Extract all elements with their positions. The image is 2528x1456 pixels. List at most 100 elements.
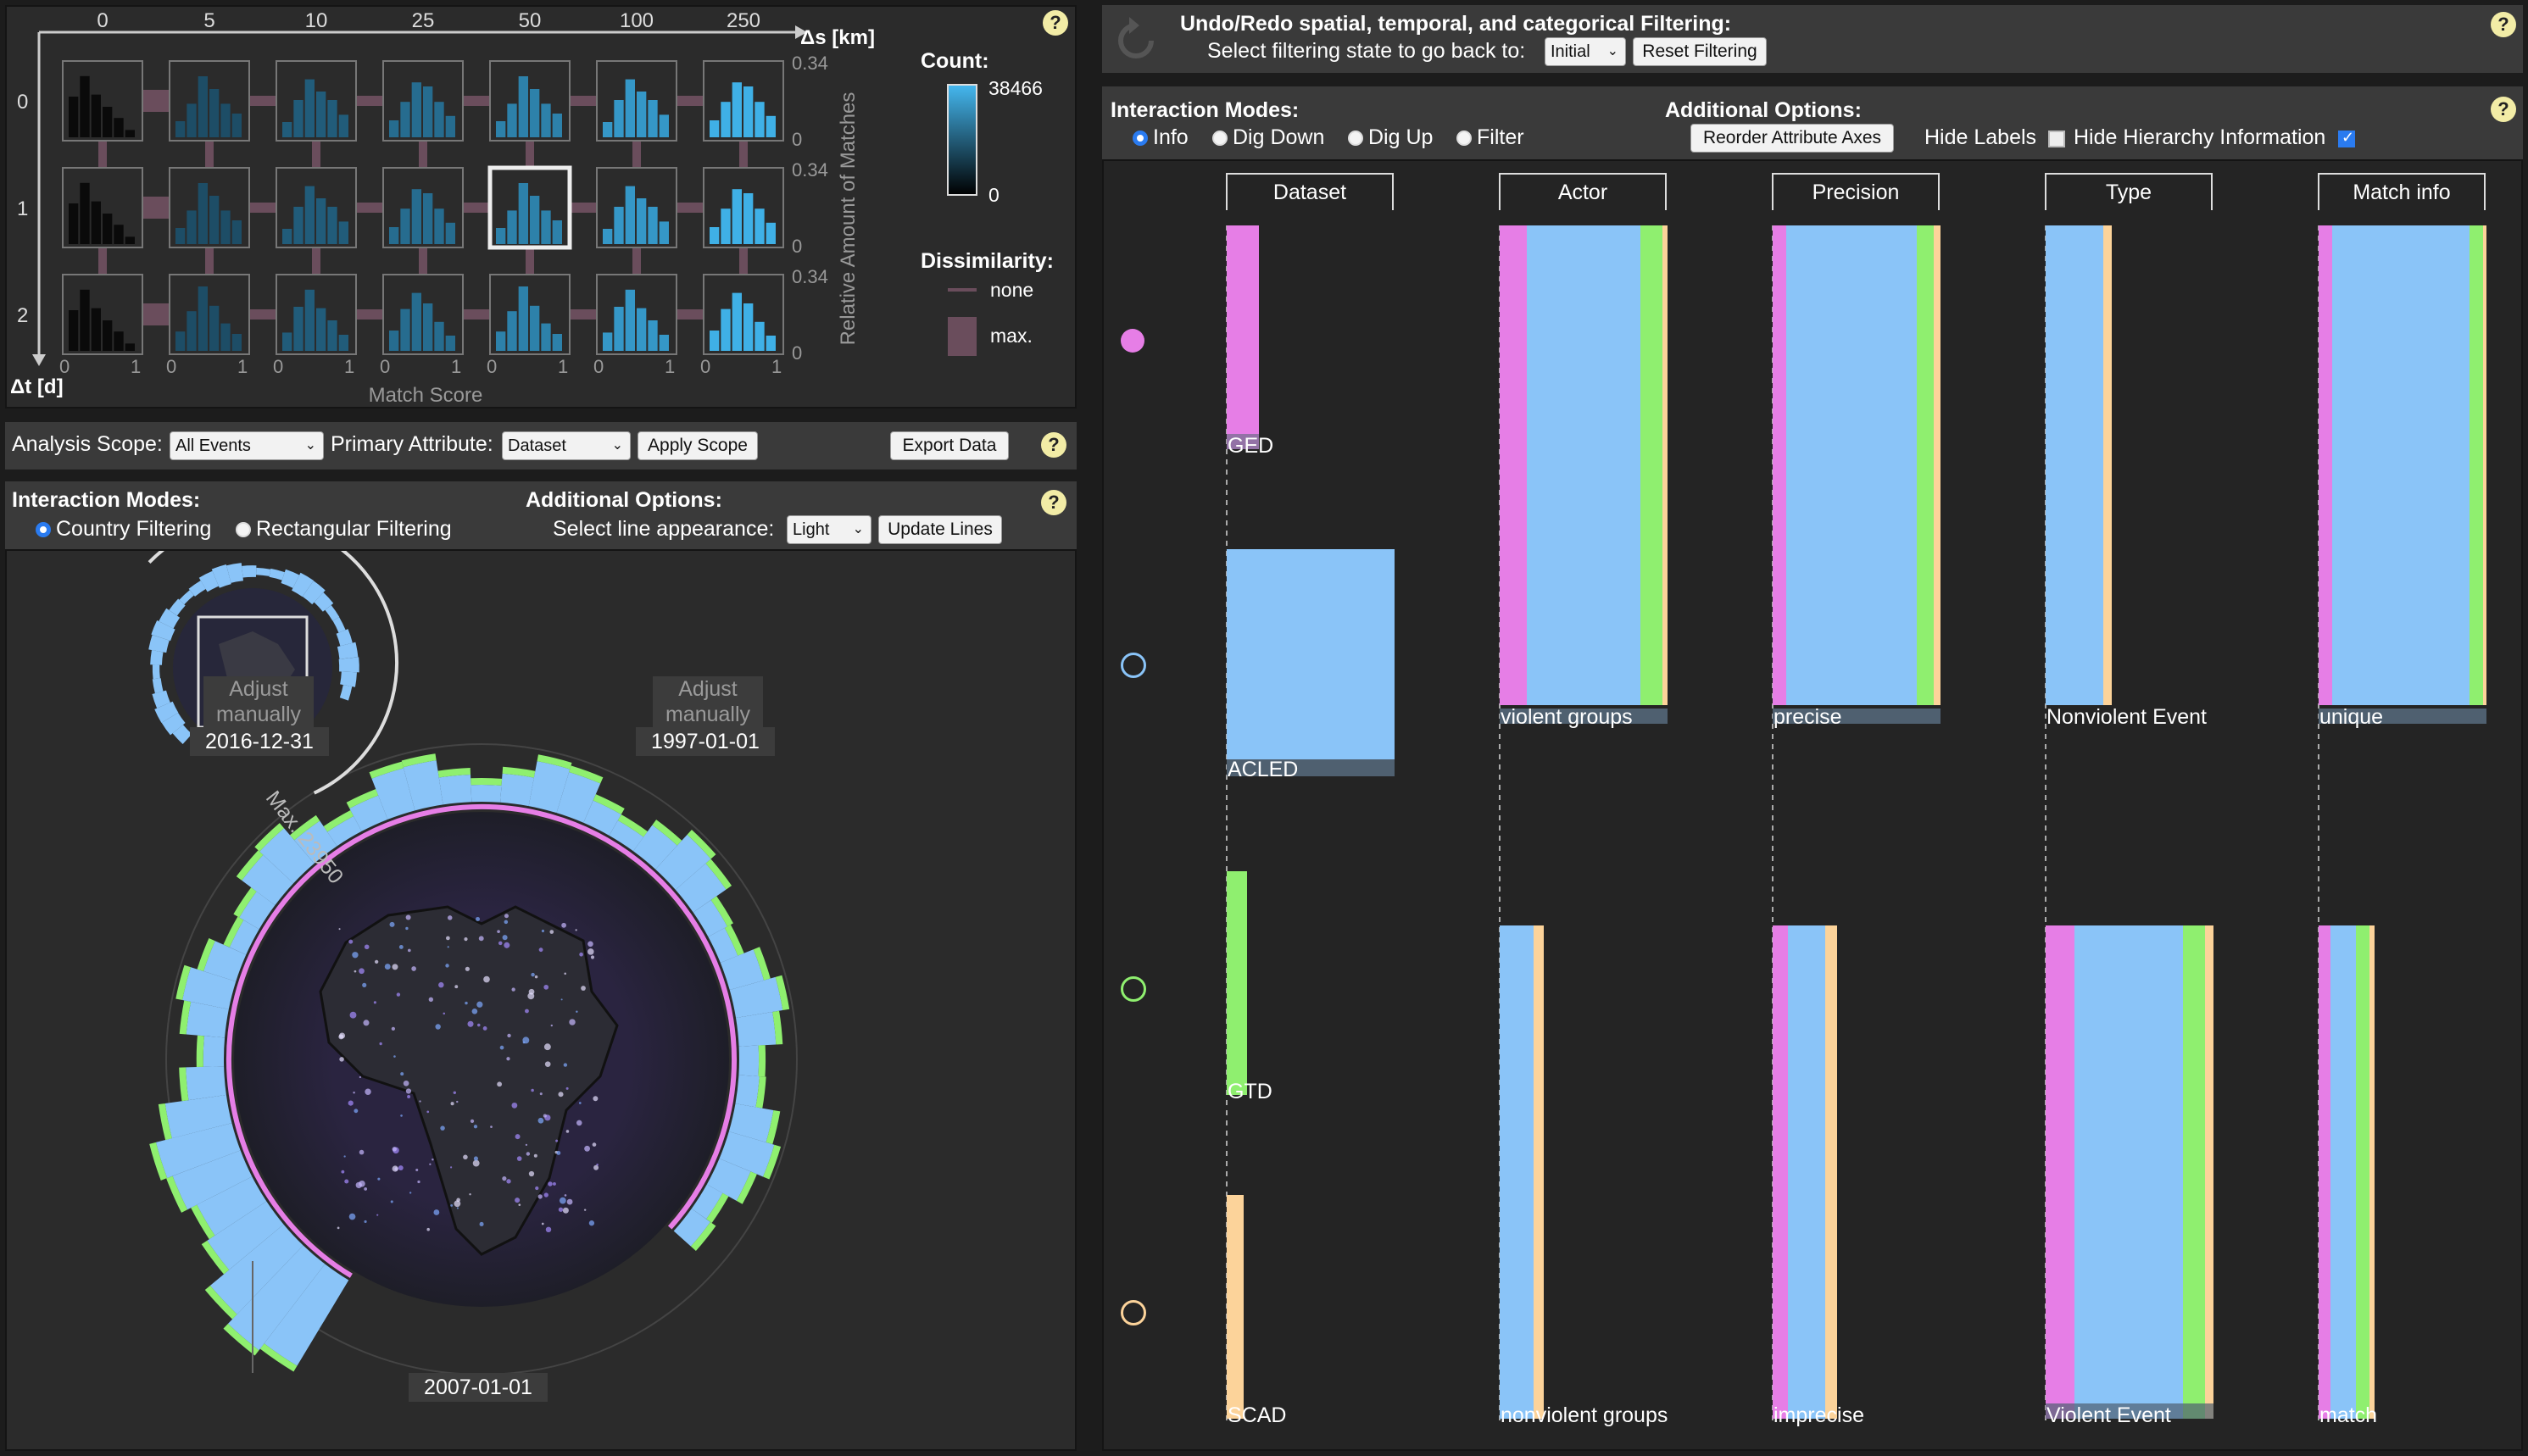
help-icon[interactable]: ? [2491,12,2516,37]
adjust-manually-left[interactable]: Adjust manually [203,676,314,731]
column-tick: 250 [727,9,760,32]
info-mode-radio[interactable] [1133,131,1148,146]
time-bin-bar[interactable] [225,1191,241,1219]
time-bin-bar[interactable] [716,932,729,959]
histogram-bar [519,76,528,137]
time-bin-bar[interactable] [755,1015,758,1046]
event-dot [393,1055,396,1058]
match-unique-segment[interactable] [2319,225,2486,705]
date-mid-label[interactable]: 2007-01-01 [409,1373,548,1402]
event-dot [392,964,398,970]
help-icon[interactable]: ? [1041,432,1066,458]
dataset-acled-segment[interactable] [1227,549,1395,775]
filter-state-select[interactable]: Initial ⌄ [1545,37,1626,66]
time-bin-bar[interactable] [682,1215,701,1239]
match-unique-label: unique [2319,705,2383,730]
time-bin-bar[interactable] [194,1133,204,1164]
time-bin-bar[interactable] [205,1067,208,1098]
actor-violent-segment[interactable] [1500,225,1668,705]
time-bin-bar[interactable] [643,838,666,858]
filter-mode-radio[interactable] [1456,131,1472,146]
hide-hierarchy-checkbox[interactable]: ✓ [2338,131,2355,147]
time-bin-bar[interactable] [501,788,531,792]
time-bin-bar[interactable] [259,869,278,892]
dataset-gtd-segment[interactable] [1227,871,1247,1095]
analysis-scope-select[interactable]: All Events ⌄ [170,431,324,460]
dissimilarity-link [632,141,641,168]
time-bin-bar[interactable] [702,906,717,931]
time-bin-bar[interactable] [441,788,471,791]
actor-nonviolent-segment[interactable] [1500,925,1544,1419]
line-appearance-select[interactable]: Light ⌄ [787,515,871,544]
event-dot [354,970,357,973]
apply-scope-button[interactable]: Apply Scope [638,431,758,460]
type-violent-segment[interactable] [2046,925,2213,1419]
dataset-ged-segment[interactable] [1227,225,1259,449]
event-dot [564,1063,567,1066]
time-bin-bar[interactable] [205,1005,209,1036]
dataset-scad-segment[interactable] [1227,1195,1244,1419]
type-violent-scad [2205,925,2213,1419]
undo-icon[interactable] [1111,12,1165,66]
rect-filtering-radio[interactable] [236,522,251,537]
radial-map-view[interactable] [7,551,1075,1449]
time-bin-bar[interactable] [380,789,409,798]
histogram-matrix[interactable]: Δs [km]Δt [d]0 5 10 25 50 100 2500120.3400.340… [7,7,1075,407]
update-lines-button[interactable]: Update Lines [878,515,1002,544]
time-bin-bar[interactable] [237,1221,256,1248]
reset-filtering-button[interactable]: Reset Filtering [1633,37,1767,66]
time-bin-bar[interactable] [753,983,760,1014]
histogram-bar [530,89,539,137]
event-dot [563,1208,569,1214]
time-bin-bar[interactable] [471,793,501,794]
date-end-label[interactable]: 1997-01-01 [636,727,775,756]
time-bin-bar[interactable] [409,782,440,789]
time-bin-bar[interactable] [294,1303,322,1323]
precision-imprecise-segment[interactable] [1773,925,1837,1419]
time-bin-bar[interactable] [699,1189,715,1214]
dissimilarity-link [356,309,383,320]
precision-precise-segment[interactable] [1773,225,1941,705]
time-bin-bar[interactable] [207,1163,220,1192]
time-bin-bar[interactable] [721,1165,735,1192]
time-bin-bar[interactable] [247,1255,270,1280]
dig-up-radio[interactable] [1348,131,1363,146]
date-start-label[interactable]: 2016-12-31 [190,727,329,756]
time-bin-bar[interactable] [563,792,592,803]
event-dot [566,1130,570,1133]
time-bin-bar[interactable] [671,852,693,874]
export-data-button[interactable]: Export Data [890,431,1009,460]
match-match-segment[interactable] [2319,925,2375,1419]
time-bin-bar[interactable] [238,925,252,951]
time-bin-bar[interactable] [748,1107,755,1136]
time-bin-bar-gtd [471,781,502,782]
time-bin-bar[interactable] [220,948,231,976]
time-bin-bar[interactable] [691,876,710,901]
time-bin-bar[interactable] [355,808,382,820]
time-bin-bar[interactable] [741,1138,751,1168]
help-icon[interactable]: ? [1043,10,1068,36]
country-filtering-radio[interactable] [36,522,51,537]
time-bin-bar[interactable] [249,898,266,923]
event-dot [350,1012,357,1019]
adjust-manually-right[interactable]: Adjust manually [653,676,763,731]
time-bin-bar[interactable] [276,846,299,867]
type-nonviolent-segment[interactable] [2046,225,2112,705]
time-bin-bar[interactable] [737,956,747,985]
dig-down-radio[interactable] [1212,131,1228,146]
time-bin-bar[interactable] [205,975,213,1005]
time-bin-bar[interactable] [265,1285,292,1308]
time-bin-bar[interactable] [533,784,564,792]
time-bin-bar[interactable] [745,1075,749,1105]
time-bin-bar[interactable] [588,812,615,825]
reorder-axes-button[interactable]: Reorder Attribute Axes [1690,124,1894,153]
event-dot [581,986,586,991]
help-icon[interactable]: ? [1041,490,1066,515]
primary-attribute-select[interactable]: Dataset ⌄ [502,431,631,460]
histogram-bar [507,311,516,351]
histogram-bar [175,121,185,137]
parsets-options-title: Additional Options: [1665,98,1862,123]
time-bin-bar[interactable] [196,1099,202,1131]
help-icon[interactable]: ? [2491,97,2516,122]
hide-labels-checkbox[interactable] [2048,131,2065,147]
